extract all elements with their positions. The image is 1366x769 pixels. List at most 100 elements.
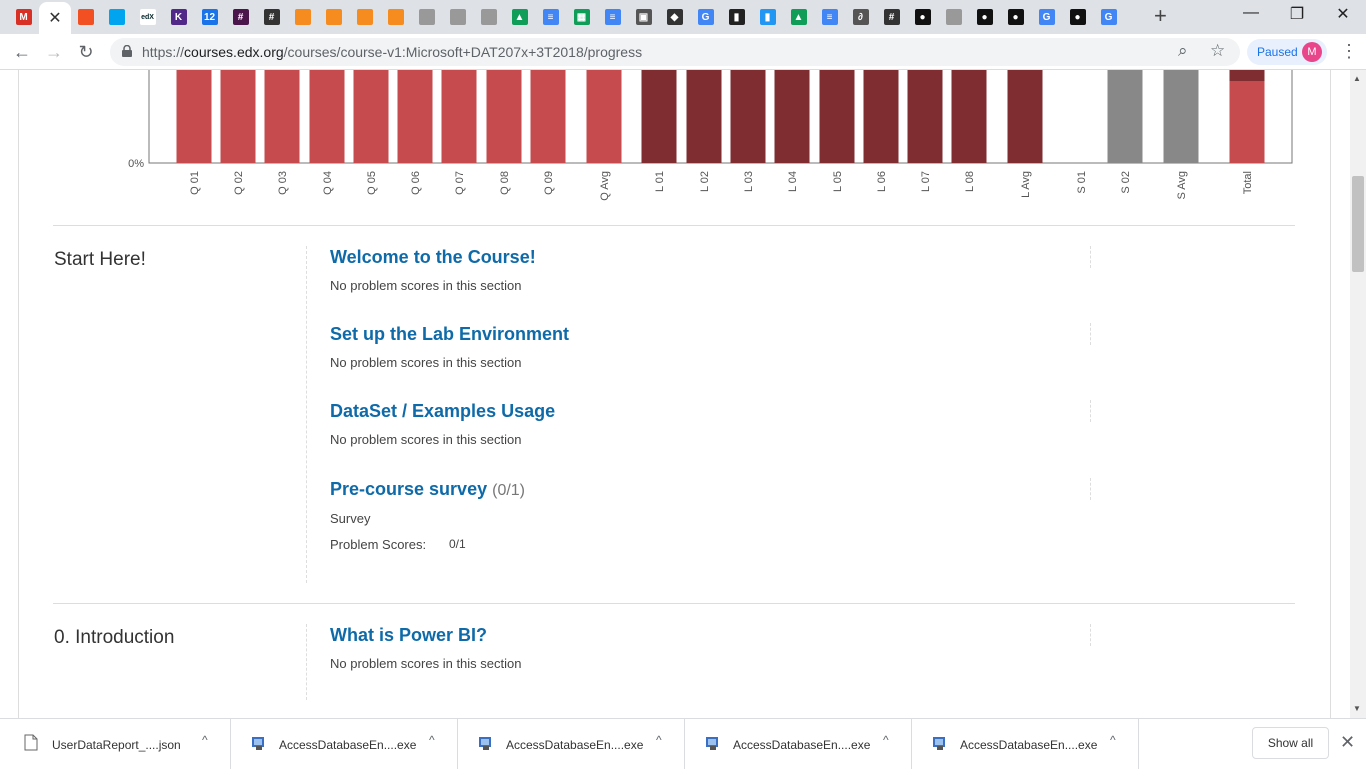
reload-button[interactable]: ↻ bbox=[74, 40, 98, 64]
subsection-welcome-link[interactable]: Welcome to the Course! bbox=[330, 247, 536, 268]
browser-tab[interactable]: G bbox=[1031, 4, 1062, 30]
new-tab-button[interactable]: + bbox=[1154, 5, 1167, 27]
download-item[interactable]: AccessDatabaseEn....exe ^ bbox=[458, 719, 685, 769]
browser-tab[interactable] bbox=[938, 4, 969, 30]
chevron-up-icon[interactable]: ^ bbox=[429, 733, 435, 747]
doc-icon bbox=[449, 9, 466, 25]
browser-tab[interactable]: ▣ bbox=[628, 4, 659, 30]
browser-tab[interactable]: G bbox=[1093, 4, 1124, 30]
browser-tab[interactable] bbox=[380, 4, 411, 30]
browser-tab[interactable]: ▮ bbox=[752, 4, 783, 30]
browser-tab[interactable] bbox=[70, 4, 101, 30]
browser-tab[interactable]: ≡ bbox=[814, 4, 845, 30]
address-bar[interactable]: https://courses.edx.org/courses/course-v… bbox=[110, 38, 1240, 66]
browser-tab[interactable]: ≡ bbox=[535, 4, 566, 30]
browser-tab[interactable]: ● bbox=[907, 4, 938, 30]
x-tick-label: L 08 bbox=[964, 171, 976, 192]
subsection-title: Welcome to the Course! bbox=[330, 247, 536, 267]
bar-q-08 bbox=[486, 70, 522, 163]
browser-tab[interactable]: ▮ bbox=[721, 4, 752, 30]
scrollbar-thumb[interactable] bbox=[1352, 176, 1364, 272]
window-close-button[interactable]: ✕ bbox=[1320, 4, 1366, 24]
x-tick-label: Q 04 bbox=[322, 171, 334, 195]
chevron-up-icon[interactable]: ^ bbox=[202, 733, 208, 747]
scroll-up-arrow[interactable]: ▲ bbox=[1353, 74, 1361, 83]
url-host: courses.edx.org bbox=[184, 44, 284, 60]
subsection-title: Set up the Lab Environment bbox=[330, 324, 570, 344]
chevron-up-icon[interactable]: ^ bbox=[656, 733, 662, 747]
box-icon bbox=[356, 9, 373, 25]
forward-button[interactable]: → bbox=[42, 40, 66, 64]
browser-tab[interactable]: ◆ bbox=[659, 4, 690, 30]
browser-tab[interactable]: ● bbox=[969, 4, 1000, 30]
browser-tab[interactable]: K bbox=[163, 4, 194, 30]
installer-icon bbox=[706, 737, 718, 750]
box-icon bbox=[325, 9, 342, 25]
browser-tab[interactable] bbox=[442, 4, 473, 30]
browser-tab[interactable] bbox=[287, 4, 318, 30]
browser-tab[interactable] bbox=[349, 4, 380, 30]
browser-tab[interactable] bbox=[101, 4, 132, 30]
x-tick-label: L 01 bbox=[654, 171, 666, 192]
browser-tab[interactable]: ▦ bbox=[566, 4, 597, 30]
avatar[interactable]: M bbox=[1302, 42, 1322, 62]
y-tick-label: 0% bbox=[128, 158, 144, 170]
bar-q-05 bbox=[353, 70, 389, 163]
browser-tab[interactable]: # bbox=[256, 4, 287, 30]
scroll-down-arrow[interactable]: ▼ bbox=[1353, 704, 1361, 713]
bar-s-02 bbox=[1107, 70, 1143, 163]
show-all-downloads-button[interactable]: Show all bbox=[1252, 727, 1329, 759]
browser-tab[interactable] bbox=[411, 4, 442, 30]
maximize-button[interactable]: ❐ bbox=[1274, 4, 1320, 24]
browser-tab[interactable]: G bbox=[690, 4, 721, 30]
bar-q-06 bbox=[397, 70, 433, 163]
browser-tab[interactable]: M bbox=[8, 4, 39, 30]
chevron-up-icon[interactable]: ^ bbox=[883, 733, 889, 747]
doc-icon bbox=[418, 9, 435, 25]
browser-tab[interactable]: ≡ bbox=[597, 4, 628, 30]
browser-tab[interactable]: ● bbox=[1062, 4, 1093, 30]
subsection-rule bbox=[1090, 323, 1091, 345]
minimize-button[interactable]: — bbox=[1228, 4, 1274, 22]
browser-tab[interactable] bbox=[473, 4, 504, 30]
zoom-icon[interactable]: ⌕ bbox=[1178, 41, 1188, 61]
file-icon bbox=[24, 734, 38, 751]
problem-score-value: 0/1 bbox=[449, 537, 466, 551]
drive-icon: ▲ bbox=[511, 9, 528, 25]
x-tick-label: S 01 bbox=[1076, 171, 1088, 194]
download-item[interactable]: AccessDatabaseEn....exe ^ bbox=[912, 719, 1139, 769]
bookmark-star-icon[interactable]: ☆ bbox=[1210, 41, 1225, 61]
bar-l-08 bbox=[951, 70, 987, 163]
browser-tab[interactable] bbox=[318, 4, 349, 30]
x-tick-label: Q 01 bbox=[189, 171, 201, 195]
browser-tab[interactable]: # bbox=[876, 4, 907, 30]
download-item[interactable]: AccessDatabaseEn....exe ^ bbox=[685, 719, 912, 769]
google-icon: G bbox=[697, 9, 714, 25]
back-button[interactable]: ← bbox=[10, 40, 34, 64]
browser-tab[interactable]: ▲ bbox=[504, 4, 535, 30]
subsection-precourse-survey-link[interactable]: Pre-course survey (0/1) bbox=[330, 479, 525, 500]
browser-tab[interactable]: # bbox=[225, 4, 256, 30]
bar-q-07 bbox=[441, 70, 477, 163]
download-item[interactable]: AccessDatabaseEn....exe ^ bbox=[231, 719, 458, 769]
tab-active[interactable]: ✕ bbox=[39, 2, 71, 34]
browser-tab[interactable]: ▲ bbox=[783, 4, 814, 30]
browser-tab[interactable]: ● bbox=[1000, 4, 1031, 30]
downloads-close-icon[interactable]: ✕ bbox=[1340, 732, 1355, 753]
close-icon[interactable]: ✕ bbox=[48, 8, 61, 28]
download-item[interactable]: UserDataReport_....json ^ bbox=[4, 719, 231, 769]
browser-tab[interactable]: ∂ bbox=[845, 4, 876, 30]
menu-icon[interactable]: ⋮ bbox=[1340, 41, 1358, 61]
chapter-title-start-here: Start Here! bbox=[54, 249, 146, 270]
browser-tab[interactable]: edX bbox=[132, 4, 163, 30]
chapter-title-introduction: 0. Introduction bbox=[54, 627, 175, 648]
page-scrollbar[interactable] bbox=[1350, 70, 1366, 718]
subsection-what-is-power-bi-link[interactable]: What is Power BI? bbox=[330, 625, 487, 646]
chevron-up-icon[interactable]: ^ bbox=[1110, 733, 1116, 747]
subsection-note: Survey bbox=[330, 511, 371, 526]
swirl-icon: ∂ bbox=[852, 9, 869, 25]
browser-tab[interactable]: 12 bbox=[194, 4, 225, 30]
subsection-lab-setup-link[interactable]: Set up the Lab Environment bbox=[330, 324, 569, 345]
subsection-dataset-link[interactable]: DataSet / Examples Usage bbox=[330, 401, 555, 422]
url-text[interactable]: https://courses.edx.org/courses/course-v… bbox=[142, 44, 642, 60]
